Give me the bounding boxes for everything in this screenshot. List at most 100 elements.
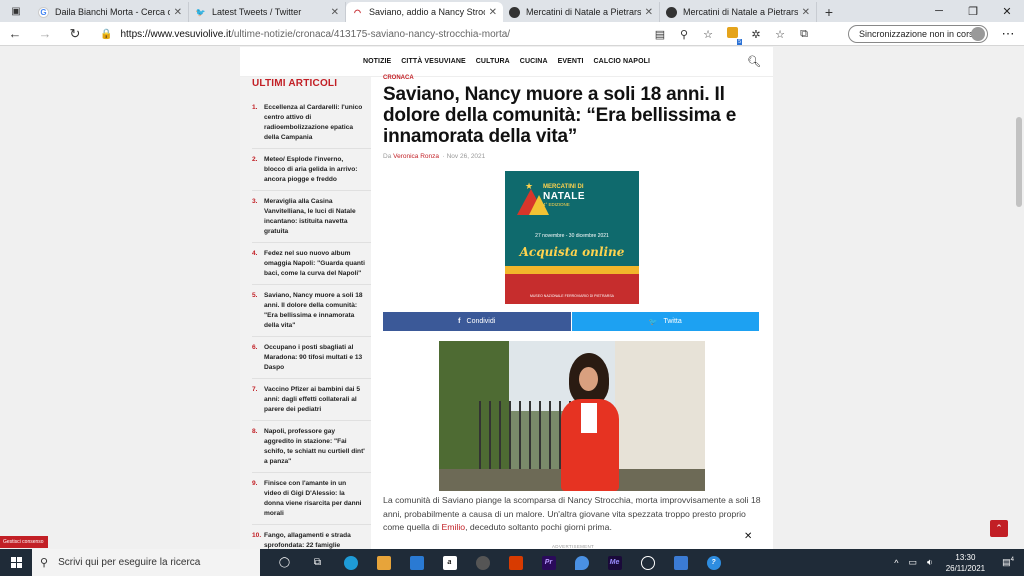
- item-link[interactable]: Meraviglia alla Casina Vanvitelliana, le…: [264, 197, 365, 237]
- url-field[interactable]: 🔒 https://www.vesuviolive.it/ultime-noti…: [100, 25, 520, 43]
- extension-icon[interactable]: 5: [720, 27, 744, 45]
- close-tab-icon[interactable]: ✕: [489, 7, 497, 18]
- close-tab-icon[interactable]: ✕: [645, 7, 653, 18]
- ad-line3: 4° EDIZIONE: [543, 202, 570, 207]
- browser-tab[interactable]: Mercatini di Natale a Pietrarsa 2( ✕: [503, 2, 660, 22]
- edge-icon[interactable]: [334, 549, 367, 576]
- item-link[interactable]: Saviano, Nancy muore a soli 18 anni. Il …: [264, 291, 365, 331]
- new-tab-icon[interactable]: +: [817, 2, 841, 22]
- sidebar-item[interactable]: 5. Saviano, Nancy muore a soli 18 anni. I…: [252, 285, 371, 337]
- favorites-icon[interactable]: ☆: [768, 28, 792, 41]
- tab-actions-icon[interactable]: ▣: [0, 0, 32, 22]
- clock-app-icon[interactable]: [631, 549, 664, 576]
- item-link[interactable]: Fango, allagamenti e strada sprofondata:…: [264, 531, 365, 549]
- sidebar-item[interactable]: 9. Finisce con l'amante in un video di Gi…: [252, 473, 371, 525]
- favorite-add-icon[interactable]: ☆: [696, 28, 720, 41]
- sidebar-item[interactable]: 3. Meraviglia alla Casina Vanvitelliana, …: [252, 191, 371, 243]
- refresh-icon[interactable]: ↻: [60, 22, 90, 46]
- minimize-icon[interactable]: ─: [922, 0, 956, 22]
- sidebar-item[interactable]: 7. Vaccino Pfizer ai bambini dai 5 anni: …: [252, 379, 371, 421]
- zoom-icon[interactable]: ⚲: [672, 28, 696, 41]
- windows-start-icon[interactable]: [0, 549, 32, 576]
- byline-prefix: Da: [383, 153, 392, 160]
- nav-cucina[interactable]: CUCINA: [520, 58, 548, 65]
- facebook-share-button[interactable]: f Condividi: [383, 312, 571, 331]
- scrollbar-thumb[interactable]: [1016, 117, 1022, 207]
- browser-tab[interactable]: Mercatini di Natale a Pietrarsa 2( ✕: [660, 2, 817, 22]
- chevron-up-icon[interactable]: ^: [894, 558, 898, 568]
- media-icon[interactable]: [466, 549, 499, 576]
- more-menu-icon[interactable]: ⋯: [996, 22, 1020, 46]
- sidebar-item[interactable]: 1. Eccellenza al Cardarelli: l'unico cent…: [252, 97, 371, 149]
- store-icon[interactable]: [367, 549, 400, 576]
- task-view-icon[interactable]: ⧉: [301, 549, 334, 576]
- close-ad-icon[interactable]: ✕: [744, 531, 752, 542]
- media-encoder-icon[interactable]: Me: [598, 549, 631, 576]
- network-icon[interactable]: ▭: [909, 557, 918, 568]
- vesuviolive-icon: ◠: [354, 7, 361, 17]
- sidebar-item[interactable]: 8. Napoli, professore gay aggredito in st…: [252, 421, 371, 473]
- close-tab-icon[interactable]: ✕: [174, 7, 182, 18]
- browser-tab-active[interactable]: ◠ Saviano, addio a Nancy Strocchia ✕: [346, 2, 503, 22]
- mail-icon[interactable]: [400, 549, 433, 576]
- reader-view-icon[interactable]: ▤: [648, 28, 672, 41]
- extensions-puzzle-icon[interactable]: ✲: [744, 28, 768, 41]
- consent-button[interactable]: Gestisci consenso: [0, 536, 48, 548]
- url-path: /ultime-notizie/cronaca/413175-saviano-n…: [231, 28, 511, 40]
- sync-button[interactable]: Sincronizzazione non in corso: [848, 25, 988, 43]
- twitter-icon: 🐦: [648, 318, 658, 326]
- item-link[interactable]: Napoli, professore gay aggredito in staz…: [264, 427, 365, 467]
- item-link[interactable]: Fedez nel suo nuovo album omaggia Napoli…: [264, 249, 365, 279]
- back-icon[interactable]: ←: [0, 22, 30, 46]
- nav-calcio-napoli[interactable]: CALCIO NAPOLI: [594, 58, 651, 65]
- nav-cultura[interactable]: CULTURA: [476, 58, 510, 65]
- article-byline: Da Veronica Ronza · Nov 26, 2021: [383, 153, 486, 160]
- close-window-icon[interactable]: ✕: [990, 0, 1024, 22]
- sidebar-item[interactable]: 4. Fedez nel suo nuovo album omaggia Napo…: [252, 243, 371, 285]
- amazon-icon[interactable]: a: [433, 549, 466, 576]
- search-icon[interactable]: 🔍︎: [747, 55, 761, 68]
- ad-footer: MUSEO NAZIONALE FERROVIARIO DI PIETRARSA: [529, 294, 614, 298]
- notification-center-icon[interactable]: ▤4: [1002, 557, 1014, 568]
- url-host: https://www.vesuviolive.it: [120, 28, 232, 40]
- taskbar-apps: ◯ ⧉ a Pr Me ?: [268, 549, 730, 576]
- item-link[interactable]: Eccellenza al Cardarelli: l'unico centro…: [264, 103, 365, 143]
- system-clock[interactable]: 13:30 26/11/2021: [946, 552, 985, 574]
- browser-tab[interactable]: G Daila Bianchi Morta - Cerca con ✕: [32, 2, 189, 22]
- author-link[interactable]: Veronica Ronza: [393, 153, 439, 160]
- browser-tab-bar: ▣ G Daila Bianchi Morta - Cerca con ✕ 🐦 …: [0, 0, 1024, 22]
- taskbar-search[interactable]: ⚲ Scrivi qui per eseguire la ricerca: [32, 549, 260, 576]
- forward-icon[interactable]: →: [30, 22, 60, 46]
- office-icon[interactable]: [499, 549, 532, 576]
- nav-eventi[interactable]: EVENTI: [558, 58, 584, 65]
- help-icon[interactable]: ?: [697, 549, 730, 576]
- sidebar-item[interactable]: 2. Meteo/ Esplode l'inverno, blocco di ar…: [252, 149, 371, 191]
- premiere-icon[interactable]: Pr: [532, 549, 565, 576]
- restore-icon[interactable]: ❐: [956, 0, 990, 22]
- back-to-top-icon[interactable]: ⌃: [990, 520, 1008, 537]
- close-tab-icon[interactable]: ✕: [331, 7, 339, 18]
- sidebar-item[interactable]: 6. Occupano i posti sbagliati al Maradona…: [252, 337, 371, 379]
- volume-icon[interactable]: 🔉︎: [927, 557, 933, 568]
- emilio-link[interactable]: Emilio: [441, 522, 465, 532]
- nav-citta-vesuviane[interactable]: CITTÀ VESUVIANE: [401, 58, 466, 65]
- page-scrollbar[interactable]: [1014, 47, 1024, 549]
- taskbar-search-placeholder: Scrivi qui per eseguire la ricerca: [58, 557, 201, 568]
- cortana-icon[interactable]: ◯: [268, 549, 301, 576]
- tab-title: Saviano, addio a Nancy Strocchia: [369, 7, 485, 17]
- photos-icon[interactable]: [664, 549, 697, 576]
- item-link[interactable]: Occupano i posti sbagliati al Maradona: …: [264, 343, 365, 373]
- sidebar-item[interactable]: 10. Fango, allagamenti e strada sprofonda…: [252, 525, 371, 549]
- nav-notizie[interactable]: NOTIZIE: [363, 58, 391, 65]
- paint-icon[interactable]: [565, 549, 598, 576]
- collections-icon[interactable]: ⧉: [792, 28, 816, 41]
- close-tab-icon[interactable]: ✕: [802, 7, 810, 18]
- item-link[interactable]: Meteo/ Esplode l'inverno, blocco di aria…: [264, 155, 365, 185]
- browser-tab[interactable]: 🐦 Latest Tweets / Twitter ✕: [189, 2, 346, 22]
- item-link[interactable]: Vaccino Pfizer ai bambini dai 5 anni: da…: [264, 385, 365, 415]
- advertisement-banner[interactable]: ★ MERCATINI DI NATALE 4° EDIZIONE 27 nov…: [505, 171, 639, 304]
- twitter-share-button[interactable]: 🐦 Twitta: [571, 312, 759, 331]
- article-category[interactable]: CRONACA: [383, 75, 761, 81]
- item-link[interactable]: Finisce con l'amante in un video di Gigi…: [264, 479, 365, 519]
- item-number: 3.: [252, 198, 258, 205]
